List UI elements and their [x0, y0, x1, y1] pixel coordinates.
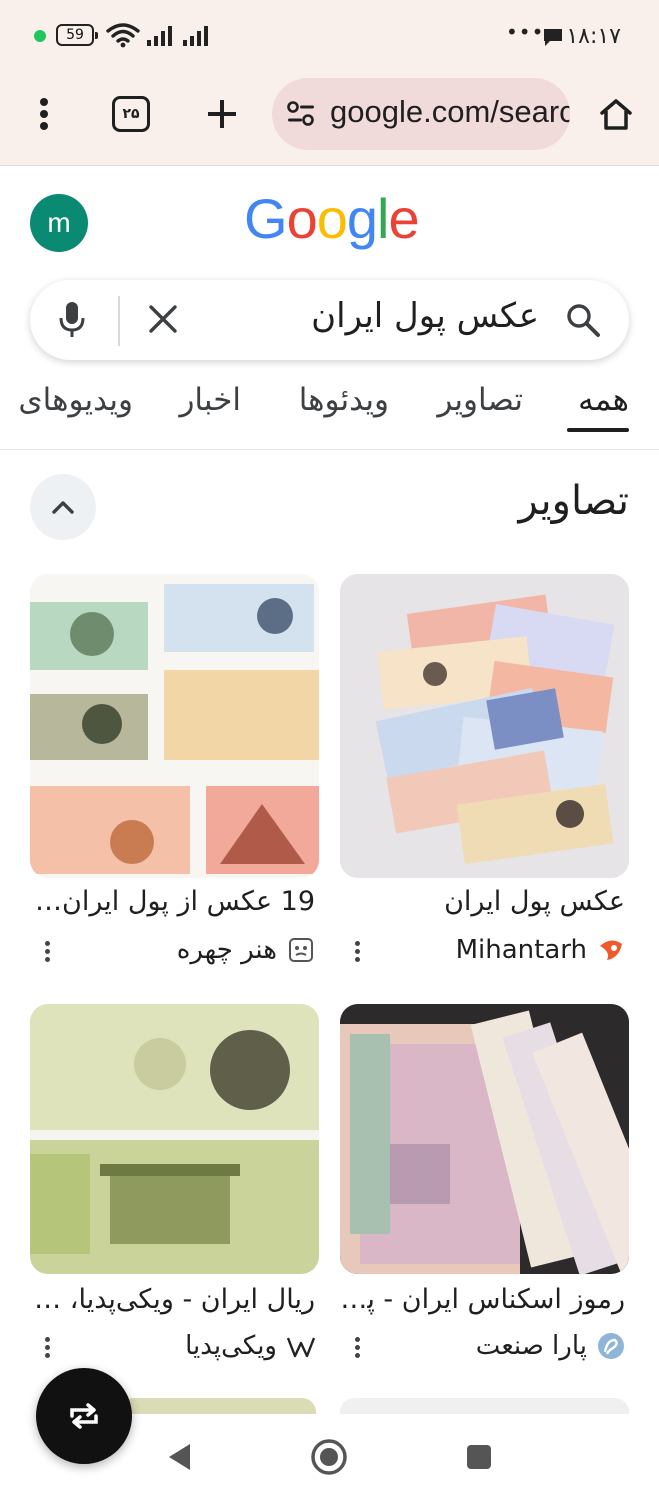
result-source-name: پارا صنعت	[475, 1331, 587, 1361]
clear-icon[interactable]	[146, 302, 180, 336]
banknotes-grid-thumbnail	[30, 574, 319, 878]
browser-menu-button[interactable]	[24, 92, 64, 136]
logo-letter: o	[286, 187, 318, 250]
battery-icon: 59	[56, 24, 98, 46]
account-avatar[interactable]: m	[30, 194, 88, 252]
honar-chehre-icon	[287, 936, 315, 964]
banknotes-grid-image[interactable]	[30, 574, 319, 878]
home-icon	[600, 99, 632, 130]
account-initial: m	[47, 207, 71, 238]
tab-switcher-button[interactable]: ۲۵	[112, 96, 150, 132]
back-icon[interactable]	[166, 1442, 192, 1472]
tab-videos[interactable]: ویدئوها	[299, 382, 389, 418]
new-tab-button[interactable]	[202, 94, 242, 134]
search-divider	[118, 296, 120, 346]
banknote-stack-image[interactable]	[340, 1004, 629, 1274]
url-text: google.com/search	[330, 94, 570, 129]
battery-level: 59	[66, 27, 84, 43]
result-source[interactable]: پارا صنعت	[476, 1326, 625, 1366]
para-sanat-icon	[597, 1332, 625, 1360]
signal-icon	[147, 26, 172, 46]
logo-letter: o	[316, 187, 348, 250]
banknotes-fan-image[interactable]	[340, 574, 629, 878]
search-query[interactable]: عکس پول ایران	[311, 296, 539, 336]
rial-banknote-thumbnail	[30, 1004, 319, 1274]
result-more-button[interactable]	[42, 1334, 52, 1364]
logo-letter: G	[244, 187, 288, 250]
repeat-icon	[70, 1403, 98, 1429]
result-title[interactable]: ریال ایران - ویکی‌پدیا، دانشنامهٔ آزاد	[30, 1284, 315, 1315]
result-title[interactable]: 19 عکس از پول ایران با کیفیت	[30, 886, 315, 917]
more-notifications-icon: •••	[506, 20, 545, 44]
tab-images[interactable]: تصاویر	[437, 382, 523, 418]
tab-all[interactable]: همه	[578, 382, 629, 418]
address-bar[interactable]: google.com/search	[272, 78, 570, 150]
microphone-icon[interactable]	[56, 300, 88, 340]
image-result-card[interactable]: رموز اسکناس ایران - پارا صنعت پارا صنعت	[340, 1004, 629, 1374]
tab-short-videos[interactable]: ویدیوهای	[18, 382, 133, 418]
site-settings-icon	[287, 101, 314, 126]
result-source-name: ویکی‌پدیا	[185, 1331, 277, 1361]
search-box[interactable]: عکس پول ایران	[30, 280, 629, 360]
result-more-button[interactable]	[352, 938, 362, 968]
search-tabs: همه تصاویر ویدئوها اخبار ویدیوهای	[0, 370, 659, 450]
recents-icon[interactable]	[466, 1444, 492, 1470]
google-logo[interactable]: Google	[244, 186, 420, 251]
collapse-section-button[interactable]	[30, 474, 96, 540]
signal-icon-2	[183, 26, 208, 46]
result-title[interactable]: عکس پول ایران	[340, 886, 625, 917]
wifi-icon	[106, 23, 140, 48]
logo-letter: e	[388, 187, 419, 250]
result-source-name: Mihantarh	[455, 935, 587, 965]
browser-toolbar: ۲۵ google.com/search	[0, 72, 659, 166]
images-section-title: تصاویر	[518, 478, 629, 524]
active-tab-indicator	[567, 428, 629, 432]
wikipedia-icon	[287, 1332, 315, 1360]
image-result-card[interactable]: ریال ایران - ویکی‌پدیا، دانشنامهٔ آزاد و…	[30, 1004, 319, 1374]
result-source[interactable]: هنر چهره	[177, 930, 315, 970]
chat-bubble-icon	[544, 29, 562, 46]
plus-icon	[208, 100, 236, 128]
banknote-stack-thumbnail	[340, 1004, 629, 1274]
chevron-up-icon	[52, 501, 74, 514]
result-source[interactable]: ویکی‌پدیا	[185, 1326, 315, 1366]
image-result-card[interactable]: عکس پول ایران Mihantarh	[340, 574, 629, 974]
result-source-name: هنر چهره	[176, 935, 277, 965]
search-icon[interactable]	[565, 302, 601, 338]
result-more-button[interactable]	[352, 1334, 362, 1364]
logo-letter: g	[346, 187, 378, 250]
home-nav-icon[interactable]	[310, 1438, 348, 1476]
result-source[interactable]: Mihantarh	[456, 930, 625, 970]
tab-count: ۲۵	[122, 106, 140, 122]
result-more-button[interactable]	[42, 938, 52, 968]
logo-letter: l	[377, 187, 389, 250]
rial-banknote-image[interactable]	[30, 1004, 319, 1274]
banknotes-fan-thumbnail	[340, 574, 629, 878]
home-button[interactable]	[594, 92, 638, 136]
more-vert-icon	[40, 98, 48, 130]
mihantarh-icon	[597, 936, 625, 964]
result-title[interactable]: رموز اسکناس ایران - پارا صنعت	[340, 1284, 625, 1315]
tab-news[interactable]: اخبار	[179, 382, 241, 418]
switch-fab-button[interactable]	[36, 1368, 132, 1464]
status-bar: 59 ••• ۱۸:۱۷	[0, 0, 659, 72]
image-result-card[interactable]: 19 عکس از پول ایران با کیفیت هنر چهره	[30, 574, 319, 974]
clock: ۱۸:۱۷	[566, 24, 621, 49]
status-indicator-dot	[34, 30, 46, 42]
